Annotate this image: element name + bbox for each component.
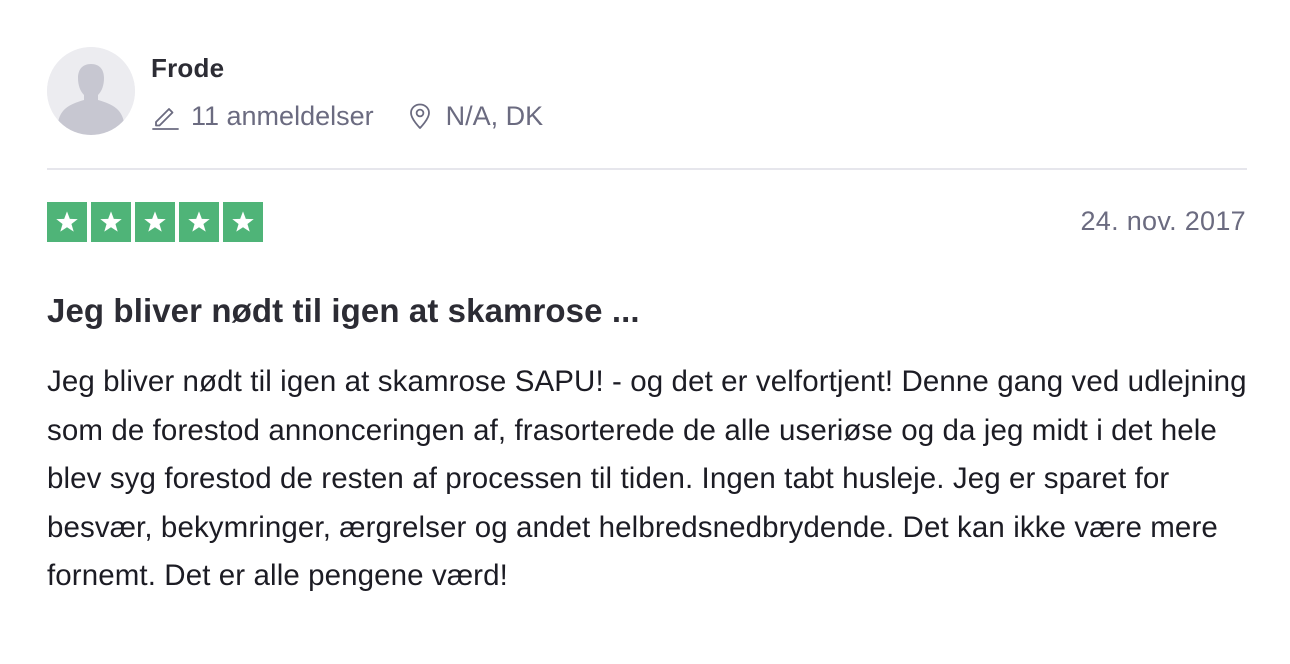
star-icon: [47, 202, 87, 242]
avatar[interactable]: [47, 47, 135, 135]
star-icon: [135, 202, 175, 242]
review-count-text: 11 anmeldelser: [191, 100, 374, 131]
pencil-icon: [151, 102, 179, 130]
reviewer-header: Frode 11 anmeldelser N/A, DK: [47, 47, 1247, 137]
divider: [47, 168, 1247, 170]
review-body: Jeg bliver nødt til igen at skamrose SAP…: [47, 365, 1247, 592]
location-pin-icon: [406, 102, 434, 130]
review-date: 24. nov. 2017: [1080, 206, 1246, 236]
location-text: N/A, DK: [445, 100, 544, 131]
review-title[interactable]: Jeg bliver nødt til igen at skamrose ...: [47, 292, 1247, 330]
star-icon: [91, 202, 131, 242]
star-icon: [179, 202, 219, 242]
star-icon: [223, 202, 263, 242]
reviewer-name[interactable]: Frode: [151, 53, 224, 84]
user-silhouette-icon: [47, 47, 135, 135]
reviewer-meta: 11 anmeldelser N/A, DK: [151, 99, 543, 133]
star-rating: [47, 202, 263, 242]
reviewer-location: N/A, DK: [406, 100, 544, 132]
review-count: 11 anmeldelser: [151, 101, 374, 132]
